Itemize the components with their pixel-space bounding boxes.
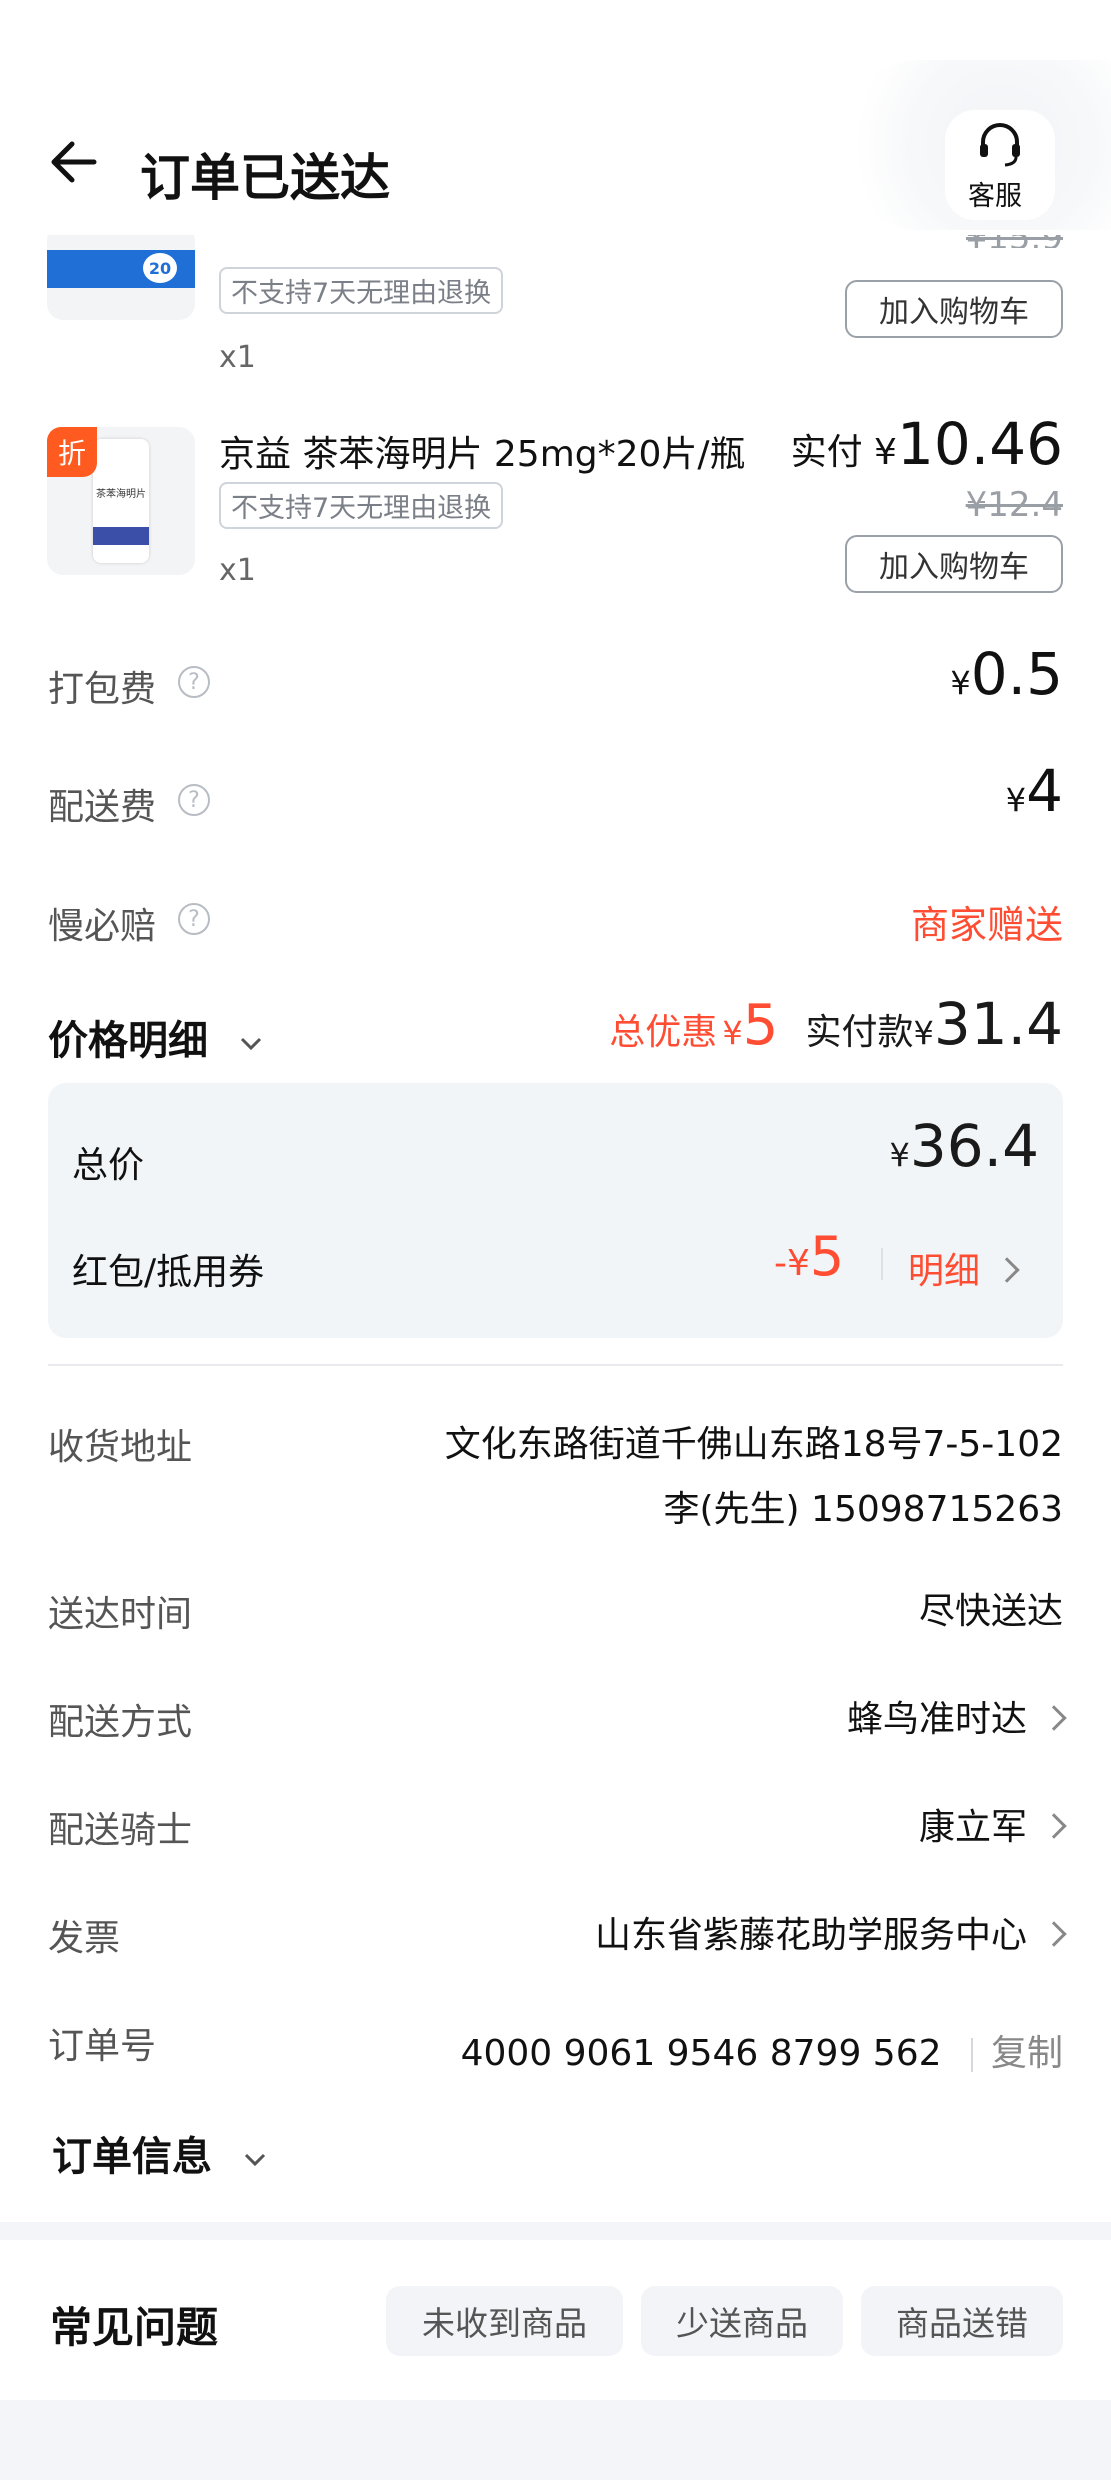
total-discount-label: 总优惠	[609, 1012, 718, 1053]
product-quantity: x1	[219, 340, 256, 375]
add-to-cart-button[interactable]: 加入购物车	[845, 535, 1063, 593]
late-compensation-label: 慢必赔	[48, 906, 157, 947]
order-info-title: 订单信息	[52, 2134, 212, 2180]
product-quantity: x1	[219, 553, 256, 588]
paid-amount: 10.46	[896, 410, 1063, 478]
paid-currency: ¥	[874, 432, 897, 473]
order-number-label: 订单号	[48, 2026, 157, 2067]
discount-badge: 折	[47, 427, 97, 477]
coupon-prefix: -¥	[774, 1243, 810, 1284]
product-name[interactable]: 京益 茶苯海明片 25mg*20片/瓶	[219, 425, 746, 477]
chevron-right-icon	[1041, 1705, 1067, 1731]
delivery-fee-label: 配送费	[48, 787, 157, 828]
faq-chip-wrong-items[interactable]: 商品送错	[861, 2286, 1063, 2356]
price-detail-title: 价格明细	[48, 1018, 208, 1064]
packing-fee-label: 打包费	[48, 669, 157, 710]
copy-button[interactable]: 复制	[991, 2033, 1063, 2074]
help-icon[interactable]: ?	[178, 666, 210, 698]
faq-chip-not-received[interactable]: 未收到商品	[386, 2286, 623, 2356]
fee-amount: 4	[1026, 757, 1063, 825]
currency-symbol: ¥	[1005, 781, 1027, 819]
price-detail-toggle[interactable]: 价格明细	[48, 1008, 266, 1066]
customer-service-label: 客服	[968, 181, 1022, 212]
delivery-time-label: 送达时间	[48, 1594, 193, 1635]
separator	[970, 2038, 973, 2072]
order-number-value: 4000 9061 9546 8799 562	[460, 2033, 942, 2074]
total-price-value: ¥36.4	[890, 1112, 1040, 1180]
total-discount-currency: ¥	[722, 1014, 743, 1052]
section-divider	[48, 1364, 1063, 1366]
no-return-tag: 不支持7天无理由退换	[219, 482, 504, 529]
headset-icon	[980, 123, 1020, 167]
invoice-value: 山东省紫藤花助学服务中心	[594, 1915, 1027, 1956]
delivery-fee-value: ¥4	[1006, 757, 1063, 825]
chevron-down-icon	[240, 1037, 261, 1051]
faq-title: 常见问题	[50, 2303, 219, 2352]
faq-chip-missing-items[interactable]: 少送商品	[641, 2286, 843, 2356]
fee-amount: 0.5	[970, 640, 1063, 708]
rider-value: 康立军	[918, 1807, 1027, 1848]
no-return-tag: 不支持7天无理由退换	[219, 267, 504, 314]
product-thumbnail[interactable]: 20	[47, 225, 195, 320]
rider-row[interactable]: 康立军	[918, 1798, 1067, 1850]
currency-symbol: ¥	[889, 1136, 910, 1174]
help-icon[interactable]: ?	[178, 903, 210, 935]
chevron-right-icon	[994, 1257, 1020, 1283]
coupon-label: 红包/抵用券	[72, 1252, 265, 1293]
paid-total-label: 实付款	[805, 1012, 914, 1053]
currency-symbol: ¥	[950, 664, 971, 702]
product-box-label: 20	[143, 253, 177, 283]
coupon-detail-link[interactable]: 明细	[908, 1242, 1020, 1294]
invoice-row[interactable]: 山东省紫藤花助学服务中心	[594, 1906, 1067, 1958]
detail-link-text: 明细	[908, 1251, 981, 1292]
section-gap	[0, 2222, 1111, 2240]
chevron-right-icon	[1041, 1813, 1067, 1839]
price-summary: 总优惠 ¥5 实付款¥31.4	[609, 990, 1063, 1058]
delivery-method-label: 配送方式	[48, 1702, 193, 1743]
chevron-right-icon	[1041, 1921, 1067, 1947]
address-line1: 文化东路街道千佛山东路18号7-5-102	[444, 1424, 1063, 1465]
product-bottle-stripe	[93, 527, 149, 545]
paid-label: 实付	[790, 432, 863, 473]
total-price-label: 总价	[72, 1145, 145, 1186]
packing-fee-value: ¥0.5	[950, 640, 1063, 708]
address-line2: 李(先生) 15098715263	[663, 1489, 1063, 1530]
order-info-toggle[interactable]: 订单信息	[52, 2124, 270, 2182]
paid-total-currency: ¥	[913, 1014, 934, 1052]
delivery-time-value: 尽快送达	[918, 1591, 1063, 1632]
coupon-value: -¥5	[774, 1225, 844, 1288]
top-bar: 订单已送达 客服	[0, 0, 1111, 235]
chevron-down-icon	[244, 2153, 265, 2167]
bottom-background	[0, 2400, 1111, 2480]
page-title: 订单已送达	[140, 149, 390, 207]
order-number-row: 4000 9061 9546 8799 562 复制	[461, 2024, 1063, 2076]
paid-price: 实付 ¥10.46	[791, 410, 1063, 478]
original-price: ¥12.4	[965, 485, 1063, 525]
address-label: 收货地址	[48, 1427, 193, 1468]
late-compensation-value: 商家赠送	[910, 903, 1063, 947]
delivery-method-value: 蜂鸟准时达	[846, 1699, 1027, 1740]
total-discount-value: 5	[742, 993, 779, 1058]
coupon-amount: 5	[809, 1225, 845, 1288]
back-arrow-icon[interactable]	[44, 130, 108, 194]
rider-label: 配送骑士	[48, 1810, 193, 1851]
product-bottle-label: 茶苯海明片	[96, 489, 146, 500]
separator	[881, 1248, 883, 1280]
delivery-method-row[interactable]: 蜂鸟准时达	[846, 1690, 1067, 1742]
help-icon[interactable]: ?	[178, 784, 210, 816]
invoice-label: 发票	[48, 1918, 121, 1959]
paid-total-value: 31.4	[933, 990, 1063, 1058]
total-amount: 36.4	[909, 1112, 1039, 1180]
add-to-cart-button[interactable]: 加入购物车	[845, 280, 1063, 338]
